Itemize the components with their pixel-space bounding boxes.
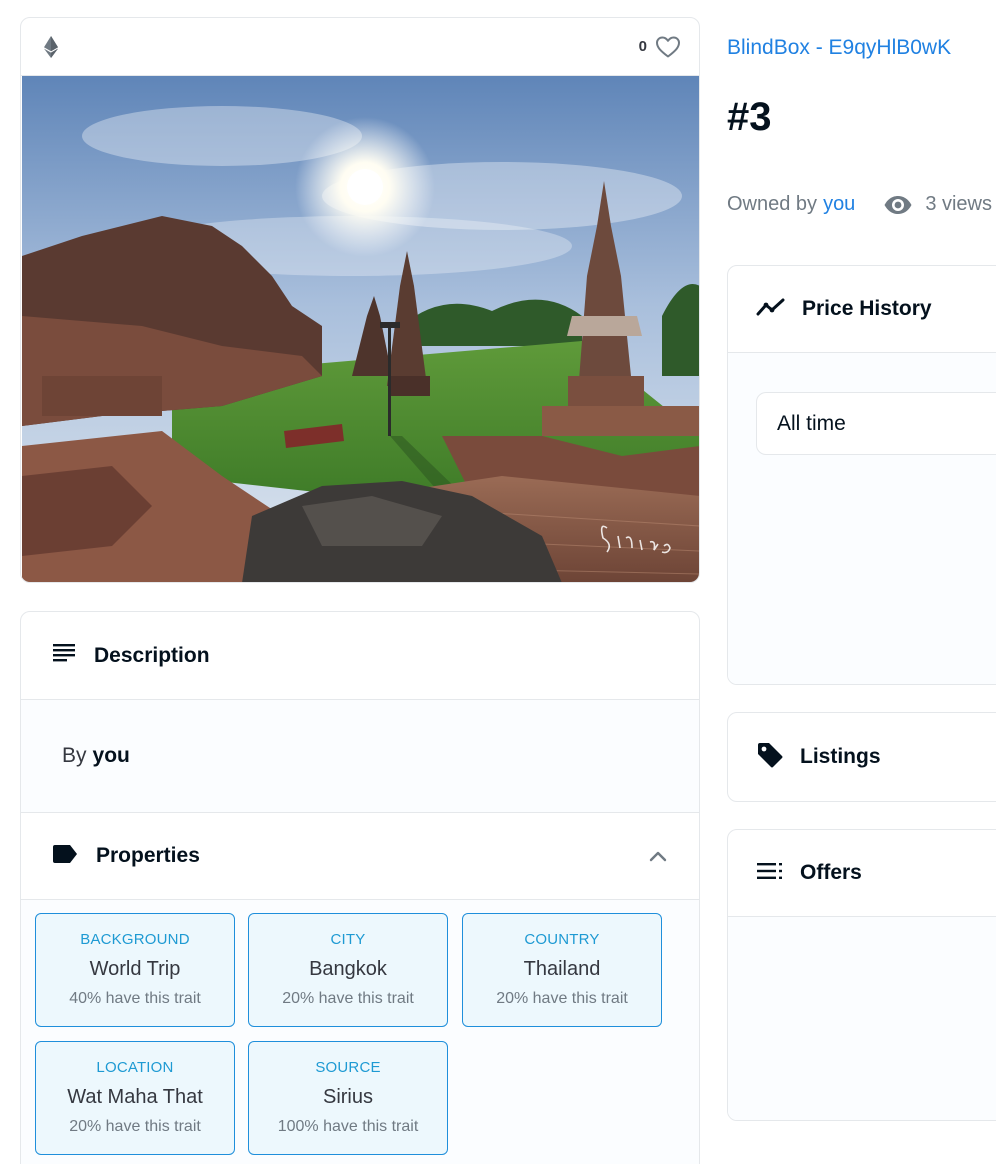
properties-header[interactable]: Properties xyxy=(21,813,699,900)
offers-card: Offers xyxy=(727,829,996,1121)
listings-title: Listings xyxy=(800,745,881,768)
eye-icon xyxy=(883,194,913,216)
trait-value: Sirius xyxy=(322,1086,373,1108)
price-history-body: All time xyxy=(728,353,996,684)
trait-value: Wat Maha That xyxy=(67,1086,203,1108)
properties-body: BACKGROUND World Trip 40% have this trai… xyxy=(21,900,699,1164)
media-header: 0 xyxy=(21,18,699,76)
trait-rarity: 20% have this trait xyxy=(282,990,414,1007)
trait-value: World Trip xyxy=(89,958,181,980)
favorite-control[interactable]: 0 xyxy=(639,35,681,59)
owned-by-label: Owned by xyxy=(727,193,818,215)
trait-rarity: 40% have this trait xyxy=(69,990,201,1007)
heart-icon[interactable] xyxy=(655,35,681,59)
favorite-count: 0 xyxy=(638,38,647,55)
trait-type: COUNTRY xyxy=(524,931,600,948)
time-range-select[interactable]: All time xyxy=(756,392,996,455)
offers-body xyxy=(728,917,996,1120)
description-body: By you xyxy=(21,700,699,813)
owner-row: Owned by you 3 views xyxy=(727,193,992,216)
trait-rarity: 100% have this trait xyxy=(277,1118,419,1135)
chevron-up-icon[interactable] xyxy=(647,847,669,865)
description-header[interactable]: Description xyxy=(21,612,699,700)
media-card: 0 xyxy=(20,17,700,583)
trending-line-icon xyxy=(756,297,786,322)
owner-link[interactable]: you xyxy=(823,193,855,216)
trait-card[interactable]: LOCATION Wat Maha That 20% have this tra… xyxy=(35,1041,235,1155)
text-lines-icon xyxy=(52,642,76,669)
trait-rarity: 20% have this trait xyxy=(496,990,628,1007)
ethereum-icon xyxy=(43,35,59,59)
price-history-card: Price History All time xyxy=(727,265,996,685)
trait-value: Thailand xyxy=(523,958,601,980)
offers-title: Offers xyxy=(800,861,862,884)
trait-type: SOURCE xyxy=(315,1059,381,1076)
price-history-title: Price History xyxy=(802,297,932,320)
creator-name[interactable]: you xyxy=(93,744,130,768)
offers-header[interactable]: Offers xyxy=(728,830,996,917)
trait-type: BACKGROUND xyxy=(80,931,190,948)
trait-card[interactable]: COUNTRY Thailand 20% have this trait xyxy=(462,913,662,1027)
trait-card[interactable]: CITY Bangkok 20% have this trait xyxy=(248,913,448,1027)
listings-header[interactable]: Listings xyxy=(728,713,996,801)
trait-rarity: 20% have this trait xyxy=(69,1118,201,1135)
trait-value: Bangkok xyxy=(309,958,387,980)
nft-image[interactable] xyxy=(22,76,699,582)
price-tag-icon xyxy=(756,741,784,774)
trait-type: CITY xyxy=(330,931,366,948)
trait-card[interactable]: SOURCE Sirius 100% have this trait xyxy=(248,1041,448,1155)
item-name: #3 xyxy=(727,95,772,139)
listings-card: Listings xyxy=(727,712,996,802)
label-tag-icon xyxy=(52,844,78,869)
collection-link[interactable]: BlindBox - E9qyHlB0wK xyxy=(727,36,951,60)
by-label: By xyxy=(62,744,87,767)
trait-card[interactable]: BACKGROUND World Trip 40% have this trai… xyxy=(35,913,235,1027)
description-title: Description xyxy=(94,643,210,667)
view-count: 3 views xyxy=(925,193,993,215)
properties-title: Properties xyxy=(96,844,200,867)
price-history-header[interactable]: Price History xyxy=(728,266,996,353)
details-panel: Description By you Properties BACKGROUND… xyxy=(20,611,700,1164)
list-icon xyxy=(756,861,784,886)
trait-type: LOCATION xyxy=(96,1059,174,1076)
